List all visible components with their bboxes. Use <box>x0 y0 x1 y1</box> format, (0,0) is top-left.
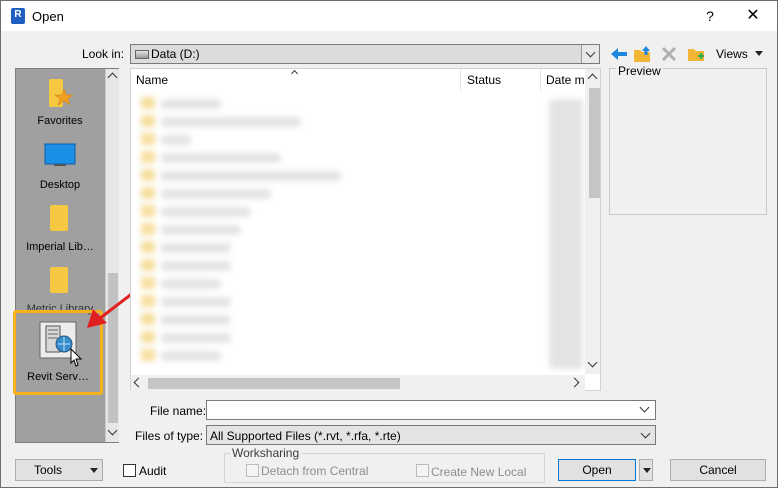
list-item-folder-icon <box>141 331 155 343</box>
tools-button[interactable]: Tools <box>15 459 103 481</box>
new-folder-icon[interactable] <box>687 45 705 63</box>
folder-icon <box>50 205 68 231</box>
scroll-left-icon[interactable] <box>133 377 144 388</box>
list-item[interactable] <box>161 333 231 343</box>
scroll-up-icon[interactable] <box>107 72 118 83</box>
list-item[interactable] <box>161 117 301 127</box>
list-item[interactable] <box>161 99 221 109</box>
list-item-folder-icon <box>141 115 155 127</box>
place-desktop[interactable]: Desktop <box>16 141 104 197</box>
list-item-folder-icon <box>141 223 155 235</box>
list-item-folder-icon <box>141 97 155 109</box>
files-of-type-dropdown[interactable]: All Supported Files (*.rvt, *.rfa, *.rte… <box>206 425 656 445</box>
scroll-up-icon[interactable] <box>587 73 598 84</box>
open-button[interactable]: Open <box>558 459 636 481</box>
close-button[interactable]: ✕ <box>743 6 763 26</box>
preview-label: Preview <box>616 64 663 78</box>
place-label: Desktop <box>39 179 81 191</box>
list-item[interactable] <box>161 315 231 325</box>
file-list-horizontal-thumb[interactable] <box>148 378 400 389</box>
list-item[interactable] <box>161 225 241 235</box>
column-header-name[interactable]: Name <box>136 73 168 87</box>
place-label: Favorites <box>37 115 83 127</box>
audit-label: Audit <box>139 464 167 478</box>
caret-down-icon <box>643 468 651 473</box>
file-list-vertical-thumb[interactable] <box>589 88 600 198</box>
file-name-label: File name: <box>150 404 207 418</box>
preview-panel <box>609 68 767 215</box>
chevron-down-icon <box>585 47 596 58</box>
look-in-value: Data (D:) <box>151 47 200 61</box>
dialog-title: Open <box>32 9 64 24</box>
list-item-folder-icon <box>141 169 155 181</box>
list-item[interactable] <box>161 297 231 307</box>
scroll-down-icon[interactable] <box>587 357 598 368</box>
title-bar: R Open ? ✕ <box>1 1 777 31</box>
list-item-folder-icon <box>141 241 155 253</box>
list-item[interactable] <box>161 189 271 199</box>
list-item-folder-icon <box>141 259 155 271</box>
sort-ascending-icon <box>290 69 299 78</box>
look-in-dropdown[interactable]: Data (D:) <box>130 44 600 64</box>
scroll-down-icon[interactable] <box>107 425 118 436</box>
look-in-dropdown-button[interactable] <box>581 45 599 63</box>
revit-app-icon: R <box>11 8 25 24</box>
list-item-folder-icon <box>141 295 155 307</box>
column-header-status[interactable]: Status <box>467 73 501 87</box>
date-column-blur <box>549 99 583 369</box>
list-item[interactable] <box>161 207 251 217</box>
scroll-right-icon[interactable] <box>569 377 580 388</box>
detach-from-central-label: Detach from Central <box>261 464 369 478</box>
views-menu-button[interactable]: Views <box>716 47 748 61</box>
list-item[interactable] <box>161 171 341 181</box>
list-item-folder-icon <box>141 205 155 217</box>
open-dialog: R Open ? ✕ Look in: Data (D:) Views Favo… <box>0 0 778 488</box>
places-scrollbar[interactable] <box>105 69 119 442</box>
cancel-button[interactable]: Cancel <box>670 459 766 481</box>
desktop-icon <box>44 143 76 166</box>
list-item[interactable] <box>161 279 221 289</box>
list-item[interactable] <box>161 351 221 361</box>
help-button[interactable]: ? <box>701 6 719 26</box>
delete-icon[interactable] <box>660 45 678 63</box>
worksharing-label: Worksharing <box>230 446 302 460</box>
list-item[interactable] <box>161 243 231 253</box>
files-of-type-value: All Supported Files (*.rvt, *.rfa, *.rte… <box>210 429 401 443</box>
open-options-dropdown-button[interactable] <box>639 459 653 481</box>
file-name-input[interactable] <box>206 400 656 420</box>
list-item[interactable] <box>161 261 231 271</box>
caret-down-icon <box>90 468 98 473</box>
place-label: Imperial Lib… <box>26 241 94 253</box>
up-one-level-icon[interactable] <box>633 45 651 63</box>
list-item-folder-icon <box>141 151 155 163</box>
list-item-folder-icon <box>141 133 155 145</box>
create-new-local-label: Create New Local <box>431 465 527 479</box>
place-imperial-library[interactable]: Imperial Lib… <box>16 203 104 259</box>
folder-icon <box>50 267 68 293</box>
back-arrow-icon[interactable] <box>610 45 628 63</box>
views-caret-icon[interactable] <box>755 51 763 56</box>
look-in-label: Look in: <box>82 47 125 61</box>
file-list[interactable]: Name Status Date m <box>130 68 601 391</box>
list-item-folder-icon <box>141 277 155 289</box>
files-of-type-label: Files of type: <box>135 429 204 443</box>
list-item-folder-icon <box>141 349 155 361</box>
audit-checkbox[interactable] <box>123 464 136 477</box>
place-favorites[interactable]: Favorites <box>16 77 104 133</box>
list-item[interactable] <box>161 153 281 163</box>
chevron-down-icon <box>640 428 651 439</box>
list-item-folder-icon <box>141 313 155 325</box>
list-item-folder-icon <box>141 187 155 199</box>
tools-label: Tools <box>34 463 63 477</box>
list-item[interactable] <box>161 135 191 145</box>
create-new-local-checkbox[interactable] <box>416 464 429 477</box>
column-separator[interactable] <box>460 69 461 91</box>
detach-from-central-checkbox[interactable] <box>246 464 259 477</box>
column-header-date[interactable]: Date m <box>546 73 585 87</box>
drive-icon <box>135 50 149 59</box>
favorites-icon <box>49 79 73 107</box>
column-separator[interactable] <box>540 69 541 91</box>
